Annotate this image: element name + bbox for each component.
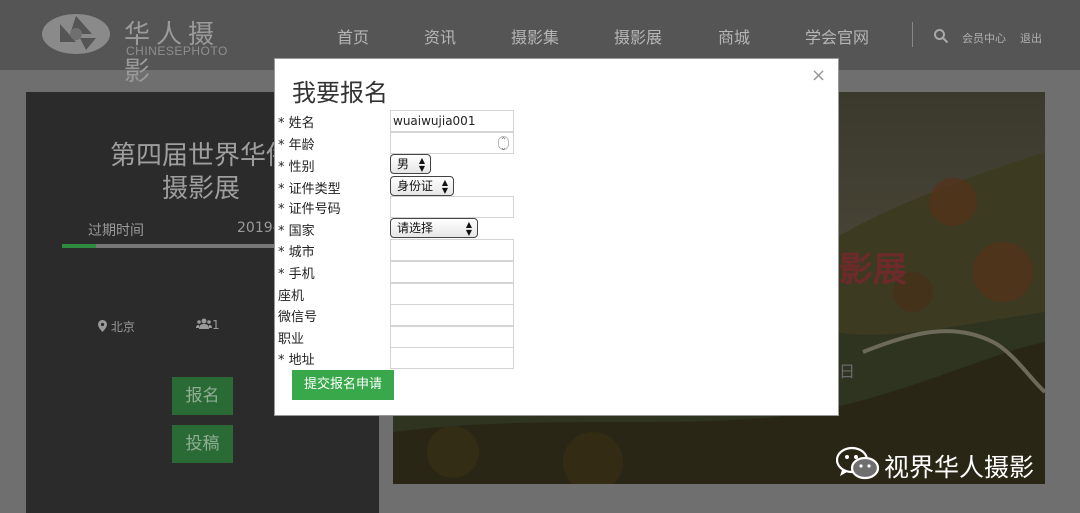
- modal-title: 我要报名: [292, 79, 388, 107]
- event-location: 北京: [98, 318, 135, 335]
- select-arrows-icon: ▲ ▼: [465, 220, 472, 237]
- form-row-occupation: 职业: [275, 326, 525, 348]
- participant-count-text: 1: [212, 318, 220, 332]
- wechat-icon: [836, 446, 880, 480]
- time-progress-bar: [62, 244, 302, 248]
- watermark-text: 视界华人摄影: [884, 453, 1035, 482]
- select-arrows-icon: ▲ ▼: [441, 178, 448, 195]
- nav-exhibitions[interactable]: 摄影展: [614, 24, 662, 48]
- poster-date-text: 日: [839, 362, 856, 381]
- form-label-city: * 城市: [278, 245, 315, 260]
- form-label-landline: 座机: [278, 289, 305, 304]
- form-row-country: * 国家 请选择 ▲ ▼: [275, 218, 525, 239]
- mobile-input[interactable]: [390, 261, 514, 283]
- form-row-id-type: * 证件类型 身份证 ▲ ▼: [275, 176, 525, 197]
- form-label-address: * 地址: [278, 353, 315, 368]
- nav-albums[interactable]: 摄影集: [511, 24, 559, 48]
- occupation-input[interactable]: [390, 326, 514, 348]
- gender-select[interactable]: 男 ▲ ▼: [390, 154, 431, 174]
- age-input[interactable]: ⌃ ⌄: [390, 132, 514, 154]
- landline-input[interactable]: [390, 283, 514, 305]
- submit-signup-button[interactable]: 提交报名申请: [292, 370, 394, 400]
- form-row-wechat: 微信号: [275, 304, 525, 326]
- form-label-gender: * 性别: [278, 160, 315, 175]
- select-arrows-icon: ▲ ▼: [418, 156, 425, 173]
- number-spinner-icon[interactable]: ⌃ ⌄: [498, 136, 509, 152]
- aperture-logo-icon: [42, 14, 110, 54]
- form-label-country: * 国家: [278, 224, 315, 239]
- expire-label: 过期时间: [88, 223, 144, 239]
- form-row-landline: 座机: [275, 283, 525, 305]
- country-select-value: 请选择: [397, 221, 434, 235]
- submit-work-button[interactable]: 投稿: [172, 425, 233, 463]
- form-row-mobile: * 手机: [275, 261, 525, 283]
- form-label-id-number: * 证件号码: [278, 202, 341, 217]
- nav-shop[interactable]: 商城: [718, 24, 750, 48]
- address-input[interactable]: [390, 347, 514, 369]
- form-label-wechat: 微信号: [278, 310, 318, 325]
- gender-select-value: 男: [397, 157, 410, 171]
- city-input[interactable]: [390, 239, 514, 261]
- form-label-age: * 年龄: [278, 138, 315, 153]
- nav-official-site[interactable]: 学会官网: [805, 24, 869, 48]
- id-type-select-value: 身份证: [397, 179, 434, 193]
- signup-button[interactable]: 报名: [172, 377, 233, 415]
- id-type-select[interactable]: 身份证 ▲ ▼: [390, 176, 454, 196]
- form-label-id-type: * 证件类型: [278, 182, 341, 197]
- nav-news[interactable]: 资讯: [424, 24, 456, 48]
- map-pin-icon: [98, 320, 107, 332]
- participant-count: 1: [196, 318, 220, 332]
- form-label-name: * 姓名: [278, 116, 315, 131]
- form-row-address: * 地址: [275, 347, 525, 369]
- nav-home[interactable]: 首页: [337, 24, 369, 48]
- time-progress-fill: [62, 244, 96, 248]
- name-input[interactable]: wuaiwujia001: [390, 110, 514, 132]
- nav-divider: [912, 22, 913, 47]
- form-row-id-number: * 证件号码: [275, 196, 525, 218]
- logout-link[interactable]: 退出: [1020, 30, 1042, 46]
- member-center-link[interactable]: 会员中心: [962, 30, 1006, 46]
- site-logo[interactable]: 华人摄影 CHINESEPHOTO: [40, 12, 240, 87]
- event-location-text: 北京: [110, 320, 135, 334]
- id-number-input[interactable]: [390, 196, 514, 218]
- form-label-occupation: 职业: [278, 332, 305, 347]
- expire-date: 2019-: [237, 220, 278, 236]
- wechat-id-input[interactable]: [390, 304, 514, 326]
- search-icon[interactable]: [933, 28, 949, 44]
- form-row-name: * 姓名 wuaiwujia001: [275, 110, 525, 132]
- logo-text-en: CHINESEPHOTO: [126, 44, 228, 58]
- form-row-gender: * 性别 男 ▲ ▼: [275, 154, 525, 175]
- signup-modal: 我要报名 × * 姓名 wuaiwujia001 * 年龄 ⌃ ⌄ * 性别 男 …: [274, 58, 839, 416]
- form-row-city: * 城市: [275, 239, 525, 261]
- users-icon: [196, 318, 212, 329]
- form-label-mobile: * 手机: [278, 267, 315, 282]
- country-select[interactable]: 请选择 ▲ ▼: [390, 218, 478, 238]
- close-icon[interactable]: ×: [811, 65, 826, 86]
- form-row-age: * 年龄 ⌃ ⌄: [275, 132, 525, 154]
